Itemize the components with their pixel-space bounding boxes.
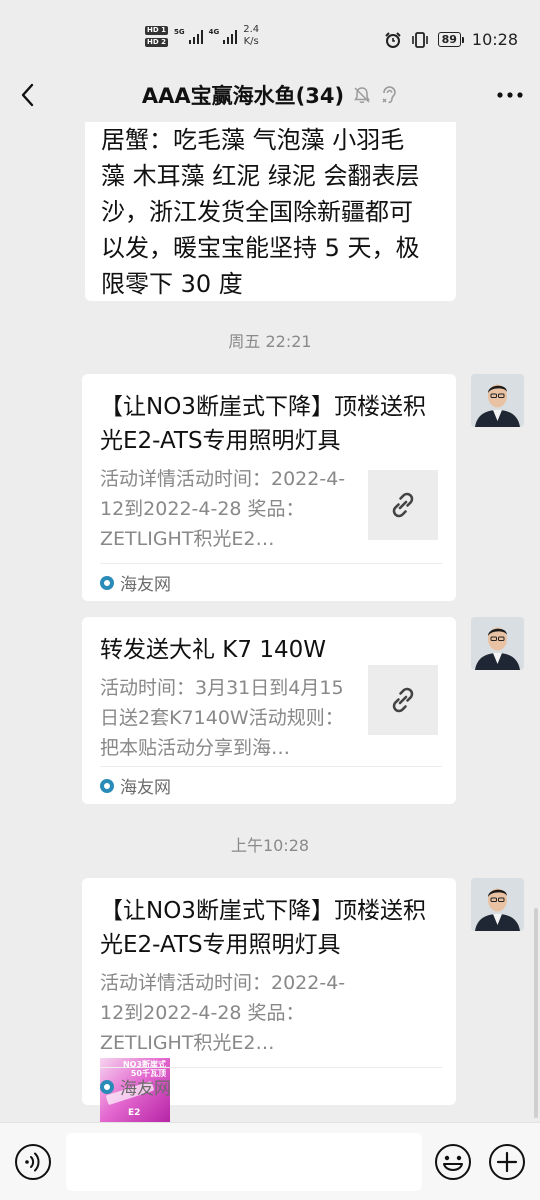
signal-5g-icon: 5G [174, 28, 203, 44]
time-divider: 周五 22:21 [228, 332, 312, 351]
signal-4g-icon: 4G [209, 28, 238, 44]
status-bar: HD 1 HD 2 5G 4G 2.4 K/s 89 10:28 [0, 0, 540, 70]
vibrate-icon [411, 31, 428, 48]
status-left: HD 1 HD 2 5G 4G 2.4 K/s [145, 24, 259, 48]
message-line: 限零下 30 度 [101, 270, 243, 298]
chat-title: AAA宝赢海水鱼(34) [141, 84, 345, 108]
link-card-source: 海友网 [100, 766, 442, 804]
source-icon [100, 778, 114, 793]
person-avatar-icon [471, 878, 524, 931]
network-speed: 2.4 K/s [243, 24, 259, 48]
source-icon [100, 575, 114, 590]
link-card[interactable]: 转发送大礼 K7 140W 活动时间：3月31日到4月15日送2套K7140W活… [82, 617, 456, 804]
link-card-title: 【让NO3断崖式下降】顶楼送积光E2-ATS专用照明灯具 [100, 898, 426, 958]
message-input[interactable] [66, 1133, 422, 1191]
message-line: 以发，暖宝宝能坚持 5 天，极 [101, 234, 420, 262]
avatar[interactable] [471, 374, 524, 427]
message-line: 居蟹：吃毛藻 气泡藻 小羽毛 [101, 126, 405, 154]
message-line: 沙，浙江发货全国除新疆都可 [101, 198, 413, 226]
emoji-icon[interactable] [434, 1143, 472, 1181]
chat-header: AAA宝赢海水鱼(34) [0, 70, 540, 122]
alarm-icon [384, 31, 401, 48]
link-card-source: 海友网 [100, 563, 442, 601]
plus-icon[interactable] [488, 1143, 526, 1181]
link-card[interactable]: 【让NO3断崖式下降】顶楼送积光E2-ATS专用照明灯具 活动详情活动时间：20… [82, 878, 456, 1128]
signal-4g-label: 4G [208, 28, 220, 36]
source-name: 海友网 [120, 778, 171, 798]
network-speed-unit: K/s [243, 36, 259, 47]
link-card-description: 活动时间：3月31日到4月15日送2套K7140W活动规则：把本贴活动分享到海… [100, 677, 344, 759]
source-icon [100, 1079, 114, 1094]
hd1-badge: HD 1 [145, 25, 168, 35]
time-divider: 上午10:28 [230, 836, 310, 855]
link-icon [392, 687, 414, 713]
scrollbar[interactable] [534, 908, 538, 1118]
person-avatar-icon [471, 617, 524, 670]
link-card-description: 活动详情活动时间：2022-4-12到2022-4-28 奖品：ZETLIGHT… [100, 468, 346, 550]
input-bar [0, 1122, 540, 1200]
back-icon[interactable] [14, 80, 44, 110]
battery-icon: 89 [437, 32, 464, 47]
link-card-description: 活动详情活动时间：2022-4-12到2022-4-28 奖品：ZETLIGHT… [100, 972, 346, 1054]
avatar[interactable] [471, 878, 524, 931]
earpiece-icon [382, 86, 396, 104]
status-time: 10:28 [471, 30, 518, 49]
link-icon [392, 492, 414, 518]
battery-level: 89 [437, 32, 461, 47]
hd-indicators: HD 1 HD 2 [145, 25, 168, 47]
source-name: 海友网 [120, 575, 171, 595]
person-avatar-icon [471, 374, 524, 427]
mute-bell-icon [354, 87, 370, 104]
link-card[interactable]: 【让NO3断崖式下降】顶楼送积光E2-ATS专用照明灯具 活动详情活动时间：20… [82, 374, 456, 601]
link-thumbnail [368, 665, 438, 735]
link-thumbnail [368, 470, 438, 540]
link-card-source: 海友网 [100, 1067, 442, 1105]
source-name: 海友网 [120, 1079, 171, 1099]
link-card-title: 【让NO3断崖式下降】顶楼送积光E2-ATS专用照明灯具 [100, 394, 426, 454]
hd2-badge: HD 2 [145, 37, 168, 47]
more-icon[interactable] [494, 82, 526, 108]
voice-icon[interactable] [14, 1143, 52, 1181]
text-message-bubble[interactable]: 居蟹：吃毛藻 气泡藻 小羽毛 藻 木耳藻 红泥 绿泥 会翻表层 沙，浙江发货全国… [85, 110, 456, 301]
chat-title-wrap: AAA宝赢海水鱼(34) [0, 80, 540, 110]
signal-5g-label: 5G [173, 28, 185, 36]
promo-image-model: E2 [128, 1108, 141, 1118]
avatar[interactable] [471, 617, 524, 670]
status-right: 89 10:28 [384, 30, 518, 49]
link-card-title: 转发送大礼 K7 140W [100, 637, 326, 663]
message-line: 藻 木耳藻 红泥 绿泥 会翻表层 [101, 162, 420, 190]
network-speed-value: 2.4 [243, 24, 260, 35]
